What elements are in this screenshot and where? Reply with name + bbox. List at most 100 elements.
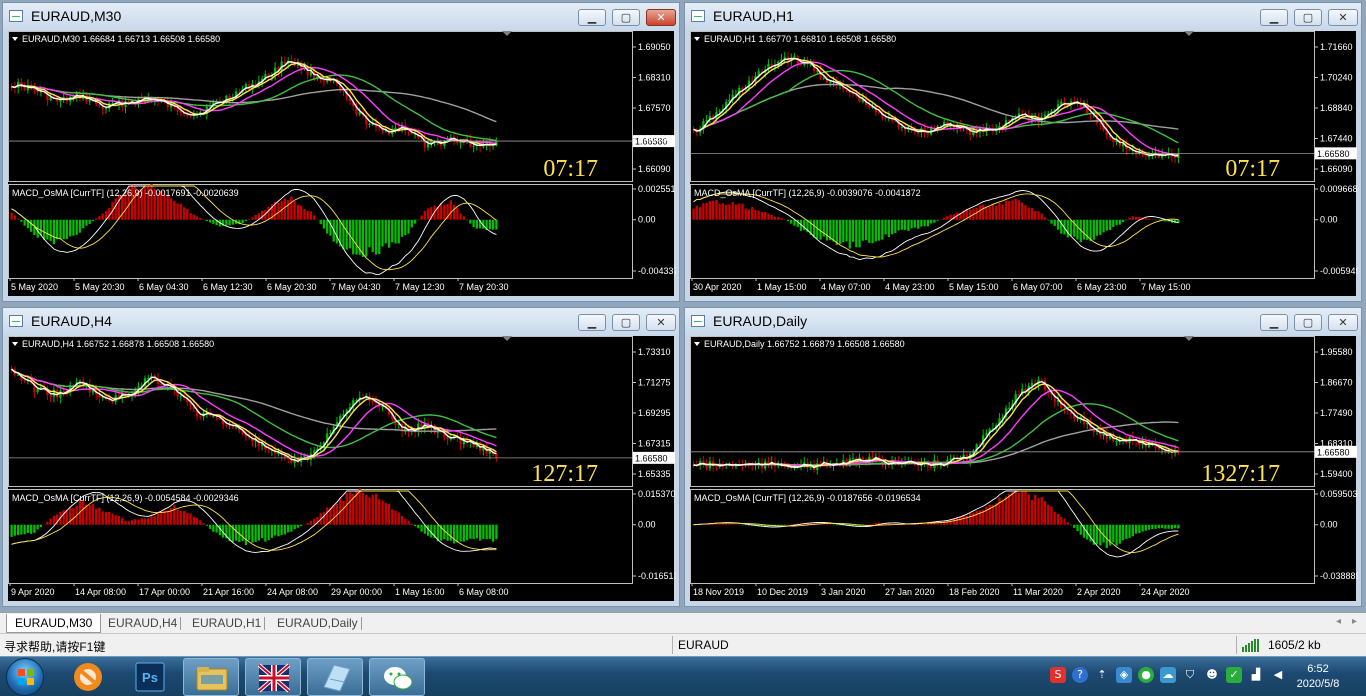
cloud-icon[interactable]: ☁ — [1160, 667, 1176, 683]
tab-scroll-right-icon[interactable]: ▸ — [1352, 616, 1357, 627]
macd-histogram-bar — [186, 208, 189, 220]
maximize-button[interactable]: ▢ — [612, 9, 640, 26]
chart-plot[interactable]: 1.66580 1.73310 1.71275 1.69295 1.67315 1.653… — [8, 336, 676, 601]
close-button[interactable]: ✕ — [1328, 9, 1358, 26]
minimize-button[interactable]: ▁ — [578, 9, 606, 26]
maximize-button[interactable]: ▢ — [1294, 9, 1322, 26]
macd-histogram-bar — [423, 210, 426, 220]
time-axis-label: 2 Apr 2020 — [1077, 587, 1121, 597]
price-axis-label: 1.66090 — [1320, 164, 1353, 174]
tab-euraud-daily[interactable]: EURAUD,Daily — [269, 614, 366, 633]
macd-histogram-bar — [1011, 492, 1014, 525]
close-button[interactable]: ✕ — [646, 314, 676, 331]
macd-histogram-bar — [1099, 524, 1102, 546]
system-clock[interactable]: 6:52 2020/5/8 — [1286, 662, 1350, 692]
minimize-button[interactable]: ▁ — [1260, 9, 1288, 26]
macd-histogram-bar — [978, 205, 982, 220]
taskbar-app-wechat[interactable] — [369, 658, 425, 696]
start-button[interactable] — [6, 658, 44, 696]
macd-histogram-bar — [85, 504, 88, 525]
tab-euraud-m30[interactable]: EURAUD,M30 — [6, 614, 102, 633]
folder-app-icon — [196, 667, 228, 691]
network-box-icon[interactable]: ◈ — [1116, 667, 1132, 683]
macd-histogram-bar — [456, 207, 459, 220]
chart-window-m30[interactable]: EURAUD,M30 ▁ ▢ ✕ 1.66580 1.69050 1.68310 1.… — [2, 2, 680, 302]
chart-menu-arrow-icon[interactable] — [12, 37, 18, 41]
candle-body — [715, 465, 718, 467]
macd-histogram-bar — [469, 524, 472, 539]
tab-euraud-h4[interactable]: EURAUD,H4 — [100, 614, 185, 633]
wechat-tray-icon[interactable]: ● — [1138, 667, 1154, 683]
security-check-icon[interactable]: ✓ — [1226, 667, 1242, 683]
macd-histogram-bar — [1066, 522, 1069, 525]
shield-icon[interactable]: ⛉ — [1182, 667, 1198, 683]
taskbar-app-browser[interactable] — [60, 658, 116, 696]
macd-histogram-bar — [1131, 216, 1134, 220]
sogou-input-icon[interactable]: S — [1050, 667, 1066, 683]
chart-menu-arrow-icon[interactable] — [12, 342, 18, 346]
macd-histogram-bar — [394, 219, 397, 244]
macd-histogram-bar — [936, 219, 939, 221]
candle-body — [147, 377, 150, 379]
minimize-button[interactable]: ▁ — [578, 314, 606, 331]
macd-histogram-bar — [345, 492, 348, 525]
chart-menu-arrow-icon[interactable] — [694, 342, 700, 346]
moving-average-line — [693, 61, 1179, 156]
chart-window-daily[interactable]: EURAUD,Daily ▁ ▢ ✕ 1.66580 1.95580 1.86670… — [684, 307, 1362, 607]
window-titlebar[interactable]: EURAUD,H1 ▁ ▢ ✕ — [685, 3, 1361, 31]
macd-histogram-bar — [1063, 518, 1066, 525]
minimize-button[interactable]: ▁ — [1260, 314, 1288, 331]
macd-signal-line — [11, 185, 497, 275]
macd-histogram-bar — [718, 203, 721, 220]
chart-plot[interactable]: 1.66580 1.69050 1.68310 1.67570 1.66830 1.660… — [8, 31, 676, 296]
macd-histogram-bar — [1040, 213, 1043, 220]
macd-histogram-bar — [488, 219, 492, 230]
candle-body — [472, 145, 475, 147]
window-titlebar[interactable]: EURAUD,Daily ▁ ▢ ✕ — [685, 308, 1361, 336]
taskbar-app-notes[interactable] — [307, 658, 363, 696]
taskbar-app-photoshop[interactable]: Ps — [122, 658, 178, 696]
macd-histogram-bar — [400, 219, 404, 237]
candle-body — [1008, 407, 1011, 409]
macd-histogram-bar — [449, 524, 452, 541]
macd-histogram-bar — [907, 219, 910, 232]
chart-plot[interactable]: 1.66580 1.71660 1.70240 1.68840 1.67440 1.660… — [690, 31, 1358, 296]
macd-histogram-bar — [283, 524, 287, 535]
tab-scroll-left-icon[interactable]: ◂ — [1336, 616, 1341, 627]
volume-icon[interactable]: ◀ — [1270, 667, 1286, 683]
taskbar-app-explorer[interactable] — [183, 658, 239, 696]
macd-histogram-bar — [864, 219, 868, 241]
chart-plot[interactable]: 1.66580 1.95580 1.86670 1.77490 1.68310 1.594… — [690, 336, 1358, 601]
chart-window-h4[interactable]: EURAUD,H4 ▁ ▢ ✕ 1.66580 1.73310 1.71275 1.6… — [2, 307, 680, 607]
close-button[interactable]: ✕ — [646, 9, 676, 26]
macd-histogram-bar — [825, 524, 829, 525]
candle-body — [793, 56, 796, 58]
maximize-button[interactable]: ▢ — [612, 314, 640, 331]
macd-histogram-bar — [855, 219, 858, 248]
macd-histogram-bar — [212, 219, 215, 224]
window-titlebar[interactable]: EURAUD,M30 ▁ ▢ ✕ — [3, 3, 679, 31]
macd-histogram-bar — [267, 206, 270, 220]
macd-histogram-bar — [449, 200, 452, 220]
taskbar-app-metatrader[interactable] — [245, 658, 301, 696]
macd-histogram-bar — [78, 219, 82, 233]
macd-histogram-bar — [998, 202, 1001, 220]
time-axis-label: 18 Nov 2019 — [693, 587, 744, 597]
maximize-button[interactable]: ▢ — [1294, 314, 1322, 331]
bar-countdown-timer: 07:17 — [1225, 156, 1280, 182]
qq-icon[interactable]: ☻ — [1204, 667, 1220, 683]
macd-histogram-bar — [764, 212, 767, 220]
macd-histogram-bar — [462, 216, 465, 220]
macd-histogram-bar — [189, 513, 192, 525]
macd-histogram-bar — [397, 512, 400, 525]
macd-indicator-label: MACD_OsMA [CurrTF] (12,26,9) -0.0017691 … — [12, 188, 239, 198]
chart-window-h1[interactable]: EURAUD,H1 ▁ ▢ ✕ 1.66580 1.71660 1.70240 1.6… — [684, 2, 1362, 302]
help-icon[interactable]: ? — [1072, 667, 1088, 683]
tab-euraud-h1[interactable]: EURAUD,H1 — [184, 614, 269, 633]
chart-menu-arrow-icon[interactable] — [694, 37, 700, 41]
window-titlebar[interactable]: EURAUD,H4 ▁ ▢ ✕ — [3, 308, 679, 336]
usb-icon[interactable]: ⇡ — [1094, 667, 1110, 683]
time-axis-label: 10 Dec 2019 — [757, 587, 808, 597]
close-button[interactable]: ✕ — [1328, 314, 1358, 331]
signal-icon[interactable]: ▟ — [1248, 667, 1264, 683]
